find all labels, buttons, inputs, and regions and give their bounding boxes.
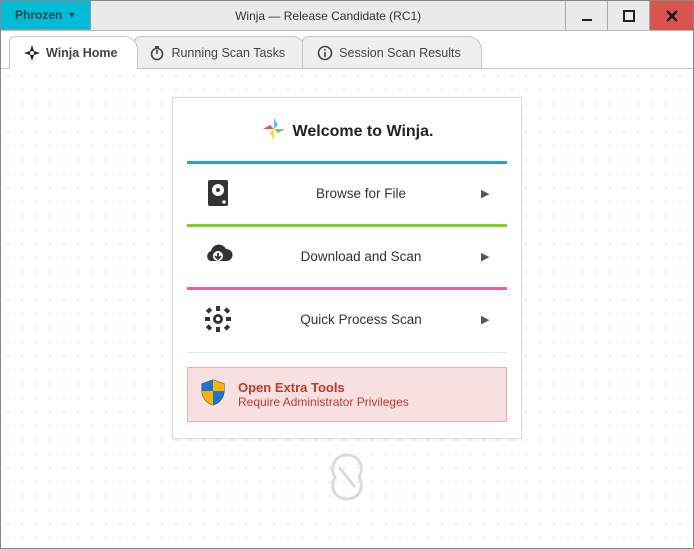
option-label: Download and Scan [241, 249, 481, 264]
phrozen-watermark-icon [319, 449, 375, 510]
cloud-download-icon [195, 243, 241, 269]
tab-session-scan-results[interactable]: Session Scan Results [302, 36, 482, 68]
hard-drive-icon [195, 178, 241, 208]
extra-text: Open Extra Tools Require Administrator P… [238, 380, 409, 409]
tab-bar: Winja Home Running Scan Tasks Session Sc… [1, 31, 693, 69]
shuriken-icon [24, 45, 40, 61]
separator [187, 352, 507, 353]
chevron-right-icon: ▶ [481, 187, 499, 200]
welcome-row: Welcome to Winja. [187, 112, 507, 159]
window-title: Winja — Release Candidate (RC1) [91, 1, 565, 30]
welcome-text: Welcome to Winja. [293, 123, 434, 141]
option-download-and-scan[interactable]: Download and Scan ▶ [187, 227, 507, 285]
maximize-button[interactable] [607, 1, 649, 30]
chevron-right-icon: ▶ [481, 313, 499, 326]
option-quick-process-scan[interactable]: Quick Process Scan ▶ [187, 290, 507, 348]
tab-running-scan-tasks[interactable]: Running Scan Tasks [134, 36, 306, 68]
home-card: Welcome to Winja. Browse for File ▶ [172, 97, 522, 439]
option-browse-for-file[interactable]: Browse for File ▶ [187, 164, 507, 222]
minimize-button[interactable] [565, 1, 607, 30]
winja-logo-icon [261, 116, 287, 147]
tab-label: Running Scan Tasks [171, 46, 285, 60]
chevron-down-icon: ▼ [67, 10, 76, 20]
chevron-right-icon: ▶ [481, 250, 499, 263]
extra-subtitle: Require Administrator Privileges [238, 395, 409, 409]
phrozen-menu-label: Phrozen [15, 8, 62, 22]
titlebar: Phrozen ▼ Winja — Release Candidate (RC1… [1, 1, 693, 31]
stopwatch-icon [149, 45, 165, 61]
gear-icon [195, 305, 241, 333]
tab-label: Winja Home [46, 46, 117, 60]
option-label: Quick Process Scan [241, 312, 481, 327]
extra-title: Open Extra Tools [238, 380, 409, 395]
info-icon [317, 45, 333, 61]
uac-shield-icon [200, 378, 226, 411]
option-label: Browse for File [241, 186, 481, 201]
tab-label: Session Scan Results [339, 46, 461, 60]
tab-winja-home[interactable]: Winja Home [9, 36, 138, 69]
phrozen-menu-button[interactable]: Phrozen ▼ [1, 1, 91, 30]
window-controls [565, 1, 693, 30]
close-button[interactable] [649, 1, 693, 30]
content-area: Welcome to Winja. Browse for File ▶ [1, 69, 693, 548]
open-extra-tools-button[interactable]: Open Extra Tools Require Administrator P… [187, 367, 507, 422]
